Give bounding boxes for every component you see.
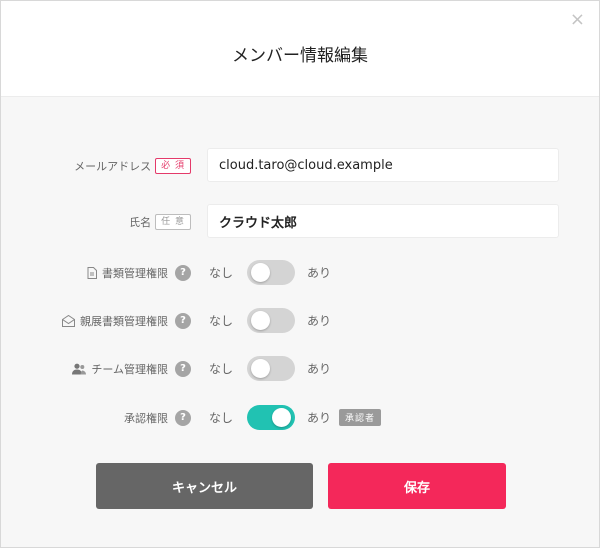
permission-label: 親展書類管理権限: [80, 314, 168, 328]
toggle-knob: [251, 263, 271, 282]
help-icon[interactable]: ?: [175, 264, 191, 281]
envelope-icon: [62, 314, 75, 327]
email-label: メールアドレス: [74, 160, 152, 173]
document-icon: [87, 266, 97, 279]
help-icon[interactable]: ?: [175, 360, 191, 377]
on-label: あり: [307, 411, 332, 425]
documents-permission-toggle[interactable]: [247, 260, 296, 285]
permission-toggle-group: なし あり: [209, 260, 331, 285]
permission-toggle-group: なし あり: [209, 356, 331, 381]
team-permission-toggle[interactable]: [247, 356, 296, 381]
optional-badge: 任 意: [155, 214, 191, 230]
modal-title: メンバー情報編集: [232, 45, 368, 66]
permission-label: チーム管理権限: [91, 362, 168, 376]
permission-label: 書類管理権限: [102, 266, 168, 280]
off-label: なし: [209, 411, 234, 425]
permission-label: 承認権限: [124, 411, 168, 425]
on-label: あり: [307, 314, 332, 328]
approver-badge: 承認者: [339, 409, 382, 426]
off-label: なし: [209, 266, 234, 280]
name-label: 氏名: [129, 216, 152, 229]
permission-toggle-group: なし あり 承認者: [209, 405, 382, 430]
name-field[interactable]: クラウド太郎: [207, 204, 559, 238]
email-field[interactable]: cloud.taro@cloud.example: [207, 148, 559, 182]
help-icon[interactable]: ?: [175, 312, 191, 329]
on-label: あり: [307, 266, 332, 280]
toggle-knob: [251, 311, 271, 330]
close-icon[interactable]: ×: [570, 11, 585, 29]
confidential-permission-toggle[interactable]: [247, 308, 296, 333]
approval-permission-toggle[interactable]: [247, 405, 296, 430]
toggle-knob: [251, 359, 271, 378]
permission-toggle-group: なし あり: [209, 308, 331, 333]
required-badge: 必 須: [155, 158, 191, 174]
cancel-button[interactable]: キャンセル: [96, 463, 313, 509]
save-button[interactable]: 保存: [328, 463, 506, 509]
member-edit-modal: メンバー情報編集 × メールアドレス 必 須 cloud.taro@cloud.…: [0, 0, 600, 548]
on-label: あり: [307, 362, 332, 376]
toggle-knob: [272, 408, 292, 427]
modal-header: メンバー情報編集: [1, 1, 599, 97]
off-label: なし: [209, 362, 234, 376]
off-label: なし: [209, 314, 234, 328]
team-icon: [72, 363, 87, 375]
help-icon[interactable]: ?: [175, 409, 191, 426]
